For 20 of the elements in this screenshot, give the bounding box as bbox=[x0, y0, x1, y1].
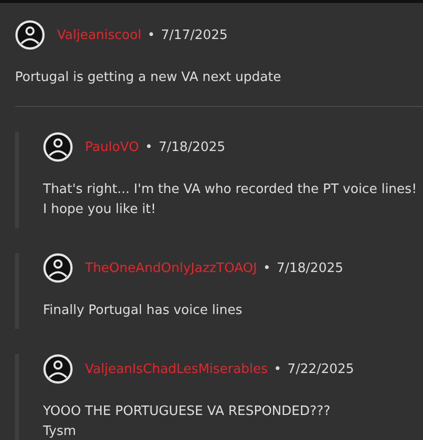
comment-text: Portugal is getting a new VA next update bbox=[15, 69, 282, 87]
post-date: 7/18/2025 bbox=[158, 140, 226, 154]
avatar-icon bbox=[43, 253, 73, 283]
comment-text: YOOO THE PORTUGUESE VA RESPONDED??? Tysm bbox=[43, 403, 332, 440]
username[interactable]: PauloVO bbox=[85, 140, 139, 154]
comment-text: Finally Portugal has voice lines bbox=[43, 302, 244, 320]
username[interactable]: TheOneAndOnlyJazzTOAOJ bbox=[85, 260, 257, 276]
avatar-icon bbox=[15, 20, 45, 50]
avatar-icon bbox=[43, 132, 73, 162]
separator-dot: • bbox=[144, 140, 153, 154]
post-date: 7/18/2025 bbox=[276, 260, 344, 276]
username[interactable]: Valjeaniscool bbox=[57, 28, 142, 42]
post-date: 7/17/2025 bbox=[161, 28, 228, 42]
post-date: 7/22/2025 bbox=[287, 362, 354, 376]
username[interactable]: ValjeanIsChadLesMiserables bbox=[85, 362, 268, 376]
separator-dot: • bbox=[274, 362, 282, 376]
avatar-icon bbox=[43, 354, 73, 384]
comment-text: That's right... I'm the VA who recorded the PT voice lines! I hope you like it! bbox=[43, 181, 418, 219]
separator-dot: • bbox=[262, 260, 271, 276]
separator-dot: • bbox=[147, 28, 156, 42]
